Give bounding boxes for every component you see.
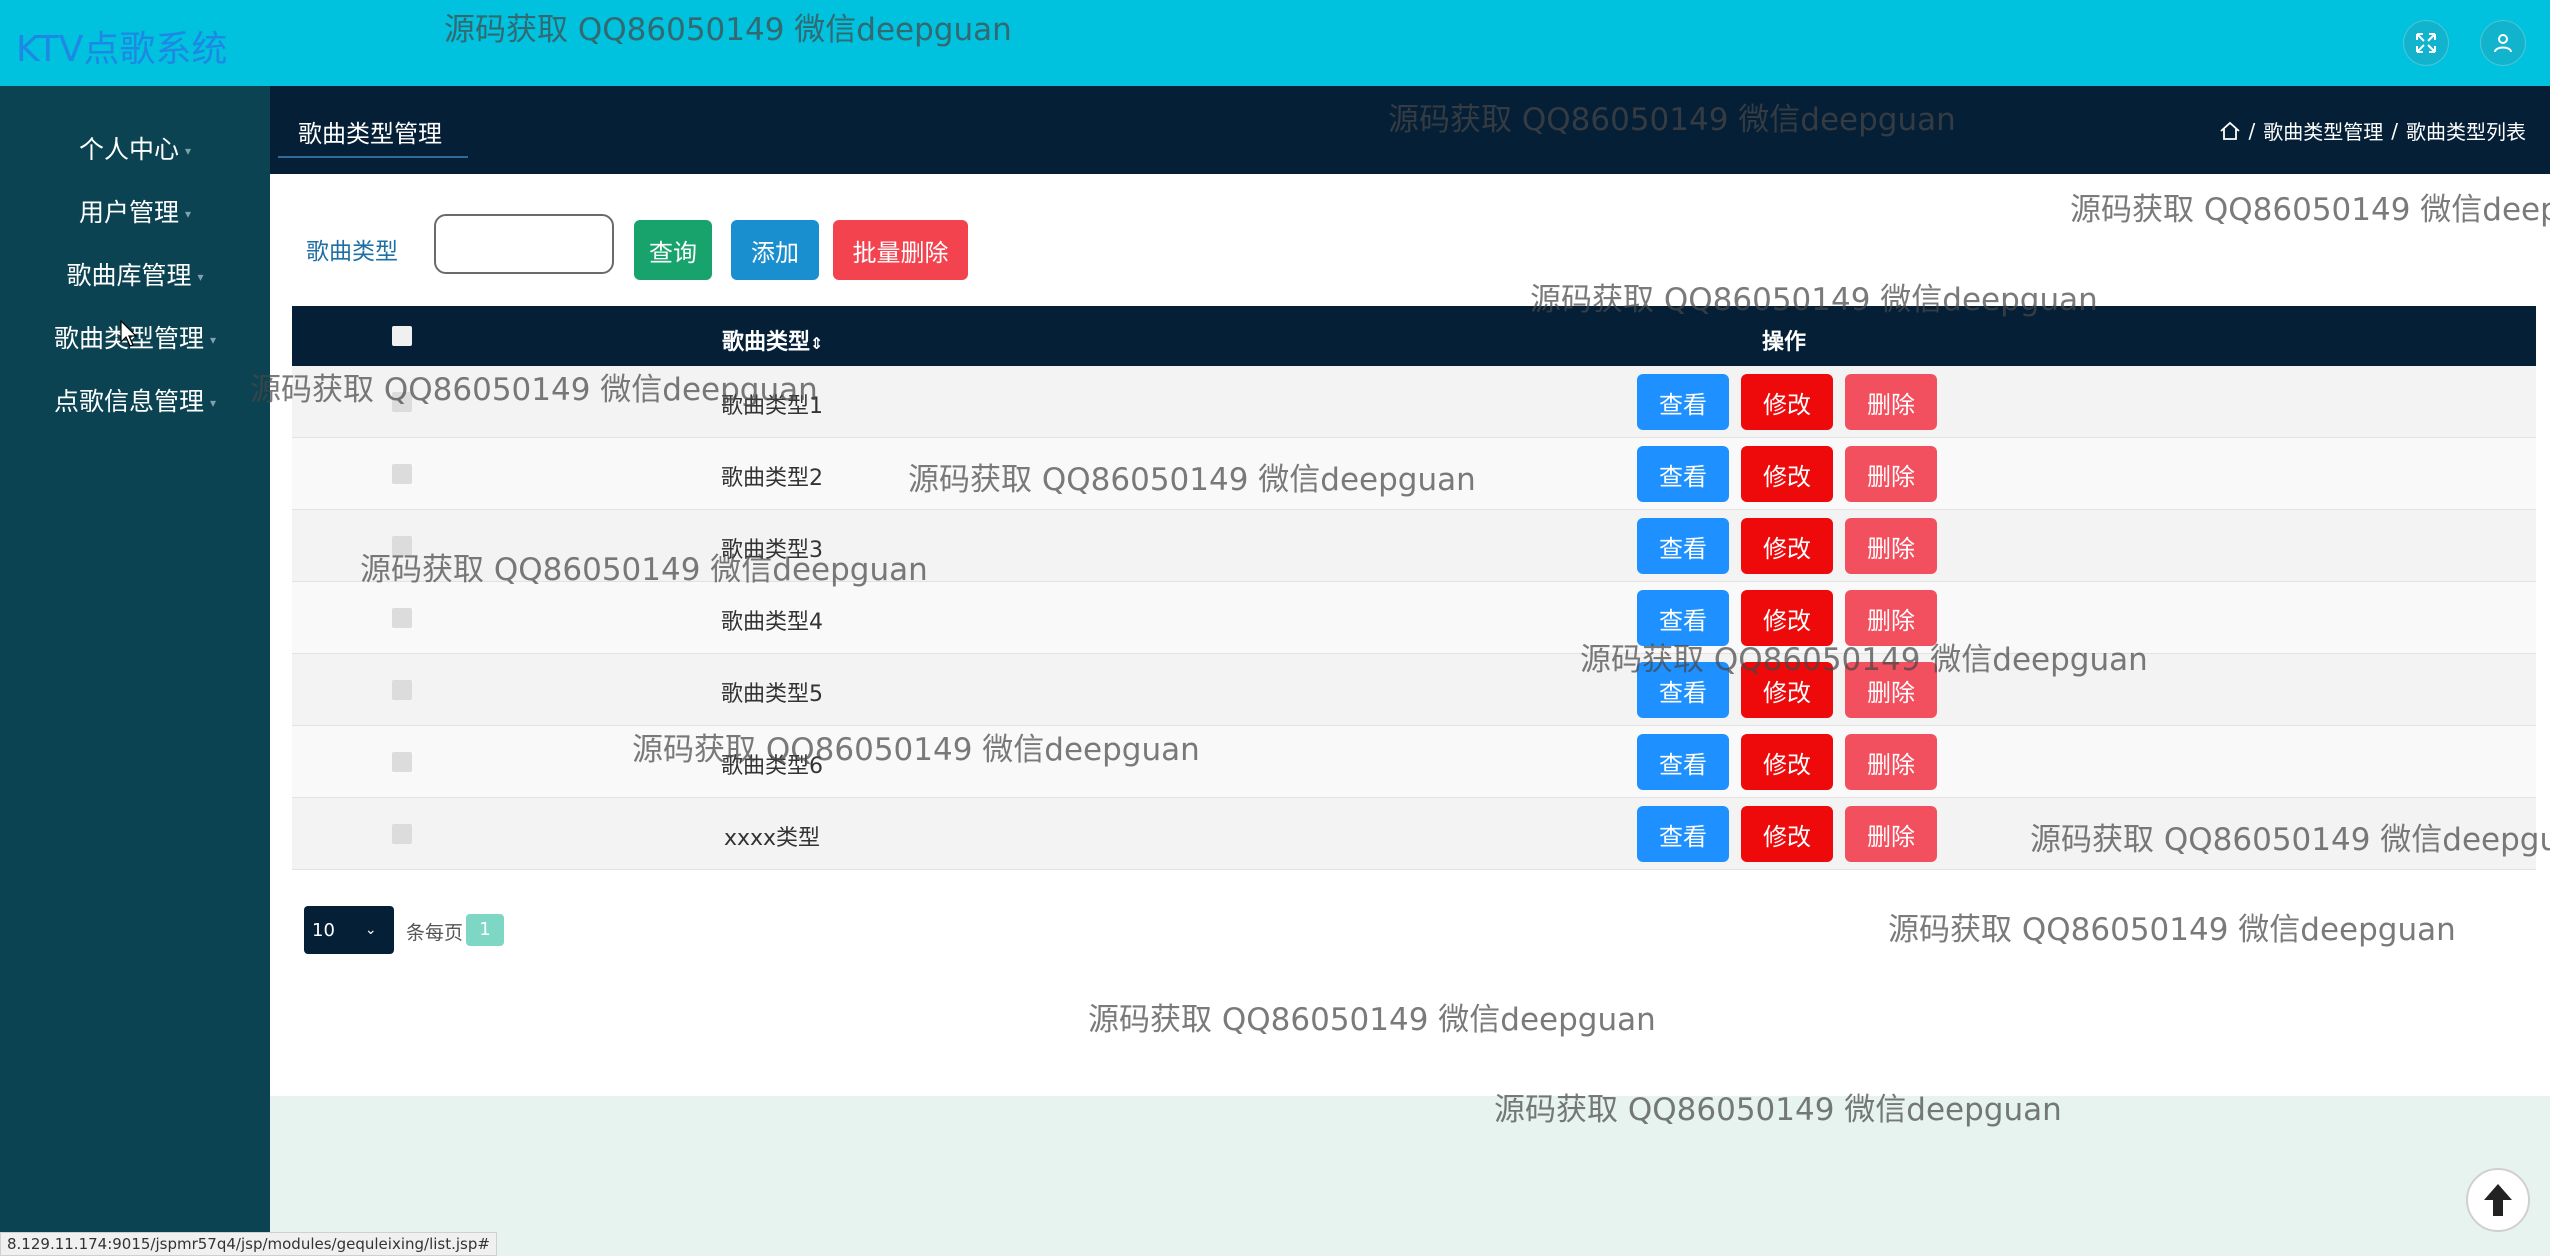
- page-size-value: 10: [312, 919, 335, 941]
- delete-button[interactable]: 删除: [1845, 518, 1937, 574]
- mouse-cursor-icon: [120, 320, 137, 347]
- caret-down-icon: ▾: [184, 144, 192, 158]
- batch-delete-button[interactable]: 批量删除: [833, 220, 968, 280]
- edit-button[interactable]: 修改: [1741, 590, 1833, 646]
- sidebar-item-song-library[interactable]: 歌曲库管理 ▾: [0, 256, 270, 296]
- sidebar-item-profile[interactable]: 个人中心 ▾: [0, 130, 270, 170]
- edit-button[interactable]: 修改: [1741, 806, 1833, 862]
- select-all-checkbox[interactable]: [392, 326, 412, 346]
- song-type-cell: 歌曲类型5: [721, 682, 823, 707]
- view-button[interactable]: 查看: [1637, 662, 1729, 718]
- user-icon: [2494, 34, 2512, 53]
- row-checkbox[interactable]: [392, 680, 412, 700]
- delete-button[interactable]: 删除: [1845, 734, 1937, 790]
- breadcrumb: / 歌曲类型管理 / 歌曲类型列表: [2219, 116, 2526, 145]
- sidebar-item-label: 点歌信息管理: [53, 387, 204, 416]
- table-row: xxxx类型 查看 修改 删除: [292, 798, 2536, 870]
- delete-button[interactable]: 删除: [1845, 662, 1937, 718]
- delete-button[interactable]: 删除: [1845, 806, 1937, 862]
- view-button[interactable]: 查看: [1637, 590, 1729, 646]
- expand-icon: [2416, 33, 2436, 53]
- table-header: 歌曲类型⇕ 操作: [292, 306, 2536, 366]
- sidebar-item-label: 个人中心: [78, 135, 179, 164]
- row-checkbox[interactable]: [392, 536, 412, 556]
- song-type-cell: 歌曲类型6: [721, 754, 823, 779]
- song-type-cell: 歌曲类型2: [721, 466, 823, 491]
- edit-button[interactable]: 修改: [1741, 446, 1833, 502]
- tab-underline: [278, 156, 468, 158]
- sidebar-item-label: 用户管理: [78, 198, 179, 227]
- breadcrumb-separator: /: [2391, 118, 2398, 143]
- tab-bar: 歌曲类型管理 / 歌曲类型管理 / 歌曲类型列表: [270, 86, 2550, 174]
- fullscreen-button[interactable]: [2403, 20, 2449, 66]
- song-type-cell: 歌曲类型1: [721, 394, 823, 419]
- status-bar-url: 8.129.11.174:9015/jspmr57q4/jsp/modules/…: [0, 1232, 497, 1256]
- home-icon[interactable]: [2219, 120, 2241, 142]
- user-menu-button[interactable]: [2480, 20, 2526, 66]
- view-button[interactable]: 查看: [1637, 518, 1729, 574]
- column-header-song-type[interactable]: 歌曲类型⇕: [722, 324, 823, 356]
- edit-button[interactable]: 修改: [1741, 374, 1833, 430]
- column-header-actions: 操作: [1762, 330, 1807, 355]
- table-row: 歌曲类型1 查看 修改 删除: [292, 366, 2536, 438]
- sidebar-item-users[interactable]: 用户管理 ▾: [0, 193, 270, 233]
- edit-button[interactable]: 修改: [1741, 662, 1833, 718]
- row-checkbox[interactable]: [392, 752, 412, 772]
- caret-down-icon: ▾: [184, 207, 192, 221]
- breadcrumb-separator: /: [2248, 118, 2256, 143]
- breadcrumb-item[interactable]: 歌曲类型管理: [2263, 116, 2383, 145]
- tab-song-type-management[interactable]: 歌曲类型管理: [298, 114, 442, 149]
- song-type-cell: 歌曲类型4: [721, 610, 823, 635]
- top-header: KTV点歌系统: [0, 0, 2550, 86]
- view-button[interactable]: 查看: [1637, 446, 1729, 502]
- current-page-button[interactable]: 1: [466, 914, 504, 946]
- app-title: KTV点歌系统: [16, 29, 228, 70]
- caret-down-icon: ▾: [209, 333, 217, 347]
- table-row: 歌曲类型4 查看 修改 删除: [292, 582, 2536, 654]
- query-button[interactable]: 查询: [634, 220, 712, 280]
- caret-down-icon: ▾: [209, 396, 217, 410]
- back-to-top-button[interactable]: [2466, 1168, 2530, 1232]
- delete-button[interactable]: 删除: [1845, 590, 1937, 646]
- table-row: 歌曲类型6 查看 修改 删除: [292, 726, 2536, 798]
- sidebar-item-label: 歌曲库管理: [66, 261, 192, 290]
- sort-icon: ⇕: [810, 334, 824, 353]
- sidebar-item-song-requests[interactable]: 点歌信息管理 ▾: [0, 382, 270, 422]
- sidebar: 个人中心▾ 用户管理▾ 歌曲库管理▾ 歌曲类型管理▾ 点歌信息管理▾: [0, 86, 270, 1256]
- breadcrumb-item: 歌曲类型列表: [2406, 120, 2526, 144]
- row-checkbox[interactable]: [392, 824, 412, 844]
- page-size-select[interactable]: 10 ⌄: [304, 906, 394, 954]
- arrow-up-icon: [2484, 1184, 2512, 1216]
- delete-button[interactable]: 删除: [1845, 446, 1937, 502]
- per-page-label: 条每页: [406, 922, 464, 944]
- row-checkbox[interactable]: [392, 608, 412, 628]
- column-header-label: 歌曲类型: [722, 330, 811, 355]
- delete-button[interactable]: 删除: [1845, 374, 1937, 430]
- song-type-search-input[interactable]: [434, 214, 614, 274]
- table-row: 歌曲类型3 查看 修改 删除: [292, 510, 2536, 582]
- song-type-cell: 歌曲类型3: [721, 538, 823, 563]
- chevron-down-icon: ⌄: [364, 922, 377, 938]
- view-button[interactable]: 查看: [1637, 806, 1729, 862]
- edit-button[interactable]: 修改: [1741, 518, 1833, 574]
- row-checkbox[interactable]: [392, 392, 412, 412]
- edit-button[interactable]: 修改: [1741, 734, 1833, 790]
- row-checkbox[interactable]: [392, 464, 412, 484]
- caret-down-icon: ▾: [197, 270, 204, 284]
- view-button[interactable]: 查看: [1637, 734, 1729, 790]
- add-button[interactable]: 添加: [731, 220, 819, 280]
- table-row: 歌曲类型5 查看 修改 删除: [292, 654, 2536, 726]
- view-button[interactable]: 查看: [1637, 374, 1729, 430]
- song-type-cell: xxxx类型: [723, 826, 821, 851]
- search-label: 歌曲类型: [306, 239, 398, 265]
- table-row: 歌曲类型2 查看 修改 删除: [292, 438, 2536, 510]
